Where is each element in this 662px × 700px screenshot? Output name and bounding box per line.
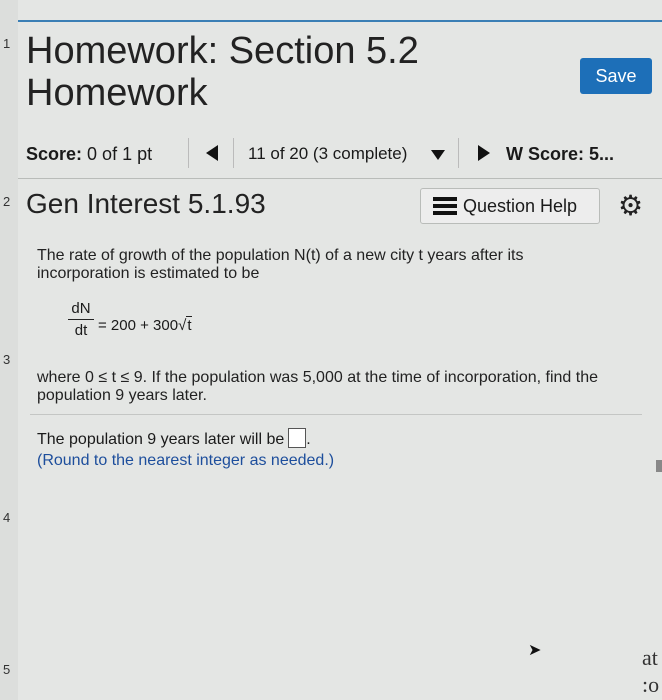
fraction-denominator: dt (74, 322, 88, 339)
gutter-number: 4 (3, 510, 11, 525)
divider (233, 138, 234, 168)
score-value: 0 of 1 pt (87, 144, 153, 164)
page-title: Homework: Section 5.2 Homework (26, 30, 419, 114)
left-gutter: 1 2 3 4 5 (0, 0, 18, 700)
edge-text: :o (642, 672, 660, 697)
fraction-numerator: dN (68, 300, 94, 320)
problem-text: where 0 ≤ t ≤ 9. If the population was 5… (37, 369, 599, 386)
question-help-label: Question Help (463, 195, 578, 216)
answer-prompt: The population 9 years later will be (37, 431, 285, 448)
score-bar: Score: 0 of 1 pt 11 of 20 (3 complete) W… (18, 128, 662, 179)
next-question-icon[interactable] (478, 145, 490, 161)
problem-text: The rate of growth of the population N(t… (37, 247, 524, 264)
problem-text: population 9 years later. (37, 387, 207, 404)
gutter-number: 1 (3, 36, 11, 51)
list-icon (433, 197, 457, 215)
save-button[interactable]: Save (580, 58, 652, 94)
answer-input[interactable] (288, 428, 307, 448)
question-help-button[interactable]: Question Help (420, 188, 600, 224)
rounding-hint: (Round to the nearest integer as needed.… (37, 452, 335, 469)
homework-score: W Score: 5... (506, 144, 615, 164)
answer-line: The population 9 years later will be. (37, 428, 311, 449)
gutter-number: 5 (3, 662, 11, 677)
question-progress-dropdown[interactable]: 11 of 20 (3 complete) (248, 144, 407, 164)
chevron-down-icon[interactable] (431, 150, 445, 160)
top-accent-line (18, 20, 662, 22)
equation-rhs: = 200 + 300√t (98, 316, 193, 334)
equation-terms: = 200 + 300 (98, 317, 179, 334)
score: Score: 0 of 1 pt (26, 144, 152, 165)
divider (30, 414, 642, 415)
mouse-cursor-icon: ➤ (528, 642, 542, 659)
gutter-number: 3 (3, 352, 11, 367)
edge-text: at (642, 645, 658, 670)
sqrt-icon: √ (178, 317, 187, 334)
scrollbar-thumb[interactable] (656, 460, 662, 472)
previous-question-icon[interactable] (206, 145, 218, 161)
divider (188, 138, 189, 168)
problem-text: incorporation is estimated to be (37, 265, 260, 282)
score-label: Score: (26, 144, 83, 164)
divider (458, 138, 459, 168)
answer-suffix: . (306, 431, 311, 448)
gutter-number: 2 (3, 194, 11, 209)
question-title: Gen Interest 5.1.93 (26, 188, 266, 219)
radicand: t (186, 316, 193, 334)
derivative-fraction: dN dt (68, 300, 94, 339)
gear-icon[interactable]: ⚙ (618, 192, 643, 220)
